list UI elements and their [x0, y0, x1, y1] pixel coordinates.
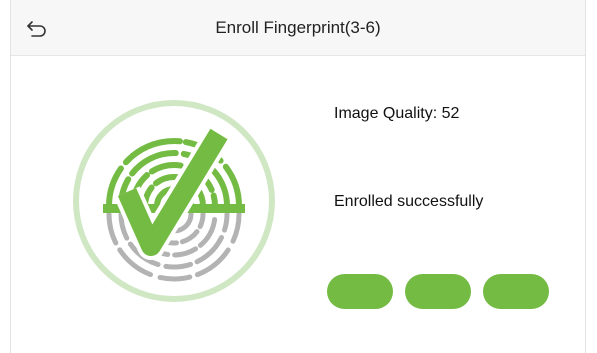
page-title: Enroll Fingerprint(3-6): [215, 18, 381, 37]
screen-frame: Enroll Fingerprint(3-6) Image Quality: 5…: [10, 0, 586, 353]
progress-step-1: [327, 274, 393, 309]
title-bar: Enroll Fingerprint(3-6): [11, 0, 585, 56]
enroll-status-text: Enrolled successfully: [334, 193, 484, 210]
image-quality-label: Image Quality: 52: [334, 105, 460, 122]
enroll-progress: [327, 274, 549, 309]
fingerprint-check-icon: [69, 96, 279, 306]
progress-step-2: [405, 274, 471, 309]
progress-step-3: [483, 274, 549, 309]
